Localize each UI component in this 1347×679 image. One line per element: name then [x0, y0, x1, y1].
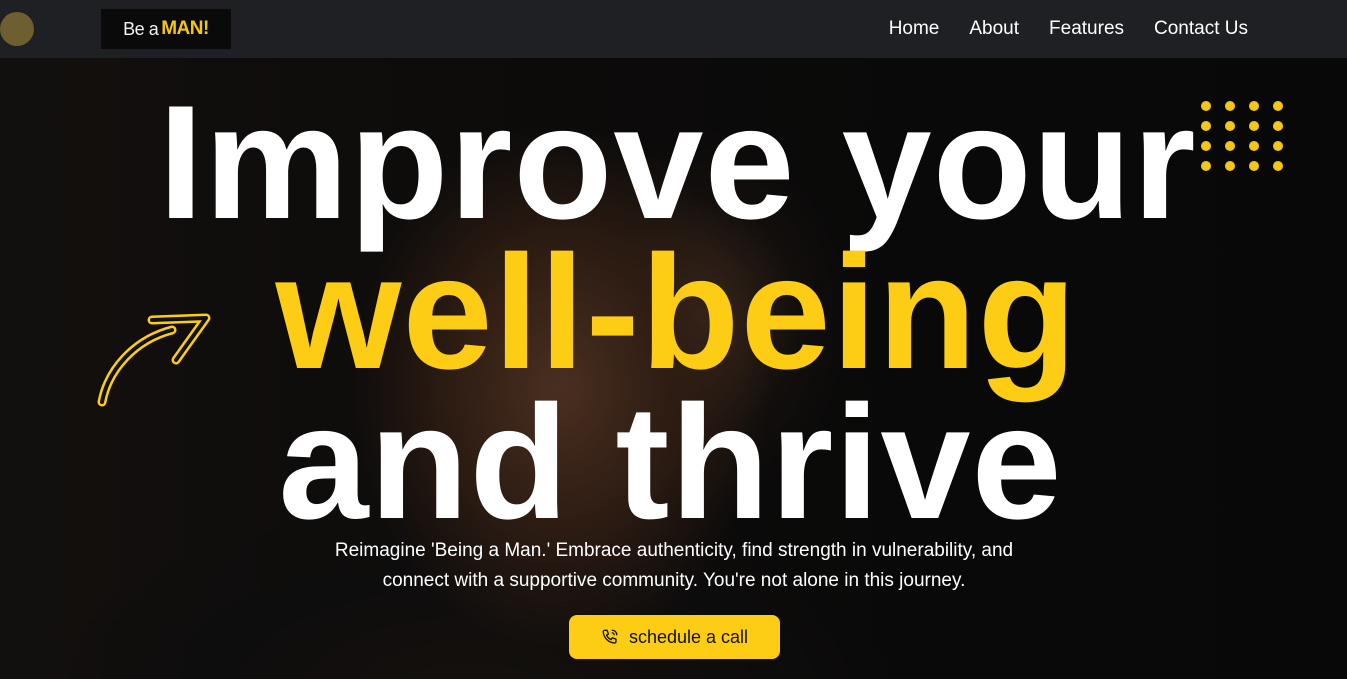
avatar-dot: [0, 12, 34, 46]
headline-line-1: Improve your: [158, 72, 1197, 253]
curved-arrow-icon: [97, 313, 211, 407]
hero-subtext-line-1: Reimagine 'Being a Man.' Embrace authent…: [334, 540, 1014, 561]
nav-link-about[interactable]: About: [969, 18, 1019, 40]
nav-links: Home About Features Contact Us: [889, 0, 1248, 58]
phone-icon: [602, 629, 618, 644]
logo-brand: MAN!: [161, 18, 209, 39]
hero-subtext: Reimagine 'Being a Man.' Embrace authent…: [290, 536, 1058, 596]
hero-subtext-line-2: connect with a supportive community. You…: [382, 570, 966, 591]
navbar: Be a MAN! Home About Features Contact Us: [0, 0, 1347, 58]
dot-grid-icon: [1201, 101, 1283, 171]
nav-link-home[interactable]: Home: [889, 18, 940, 40]
nav-link-features[interactable]: Features: [1049, 18, 1124, 40]
logo[interactable]: Be a MAN!: [101, 9, 231, 49]
schedule-call-label: schedule a call: [628, 626, 749, 647]
nav-link-contact-us[interactable]: Contact Us: [1154, 18, 1248, 40]
logo-prefix: Be a: [123, 18, 159, 39]
headline-line-3: and thrive: [278, 372, 1063, 553]
page: Be a MAN! Home About Features Contact Us…: [0, 0, 1347, 679]
schedule-call-button[interactable]: schedule a call: [569, 615, 780, 659]
